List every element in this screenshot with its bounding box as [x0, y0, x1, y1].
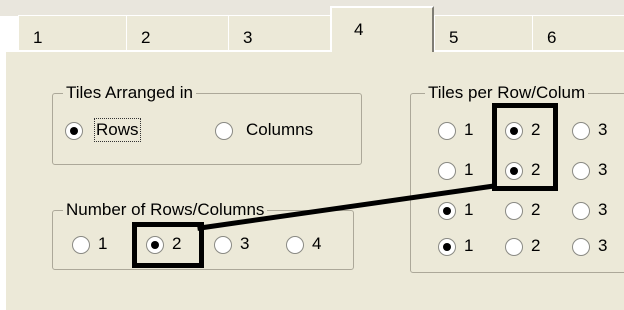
- connector-line: [197, 183, 497, 231]
